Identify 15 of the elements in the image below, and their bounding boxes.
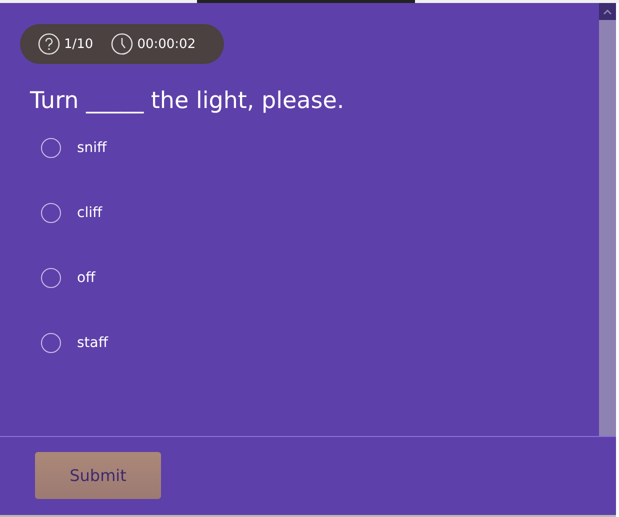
question-icon — [38, 33, 60, 55]
answer-option[interactable]: staff — [41, 333, 108, 353]
radio-button[interactable] — [41, 333, 61, 353]
radio-button[interactable] — [41, 203, 61, 223]
answer-option[interactable]: sniff — [41, 138, 107, 158]
question-counter: 1/10 — [64, 36, 94, 52]
timer: 00:00:02 — [137, 36, 196, 52]
clock-icon — [111, 33, 134, 55]
scrollbar[interactable] — [599, 3, 616, 436]
radio-button[interactable] — [41, 138, 61, 158]
answer-option[interactable]: off — [41, 268, 96, 288]
question-text: Turn _____ the light, please. — [30, 88, 346, 114]
answer-option[interactable]: cliff — [41, 203, 102, 223]
scroll-up-icon[interactable] — [603, 8, 612, 14]
radio-button[interactable] — [41, 268, 61, 288]
